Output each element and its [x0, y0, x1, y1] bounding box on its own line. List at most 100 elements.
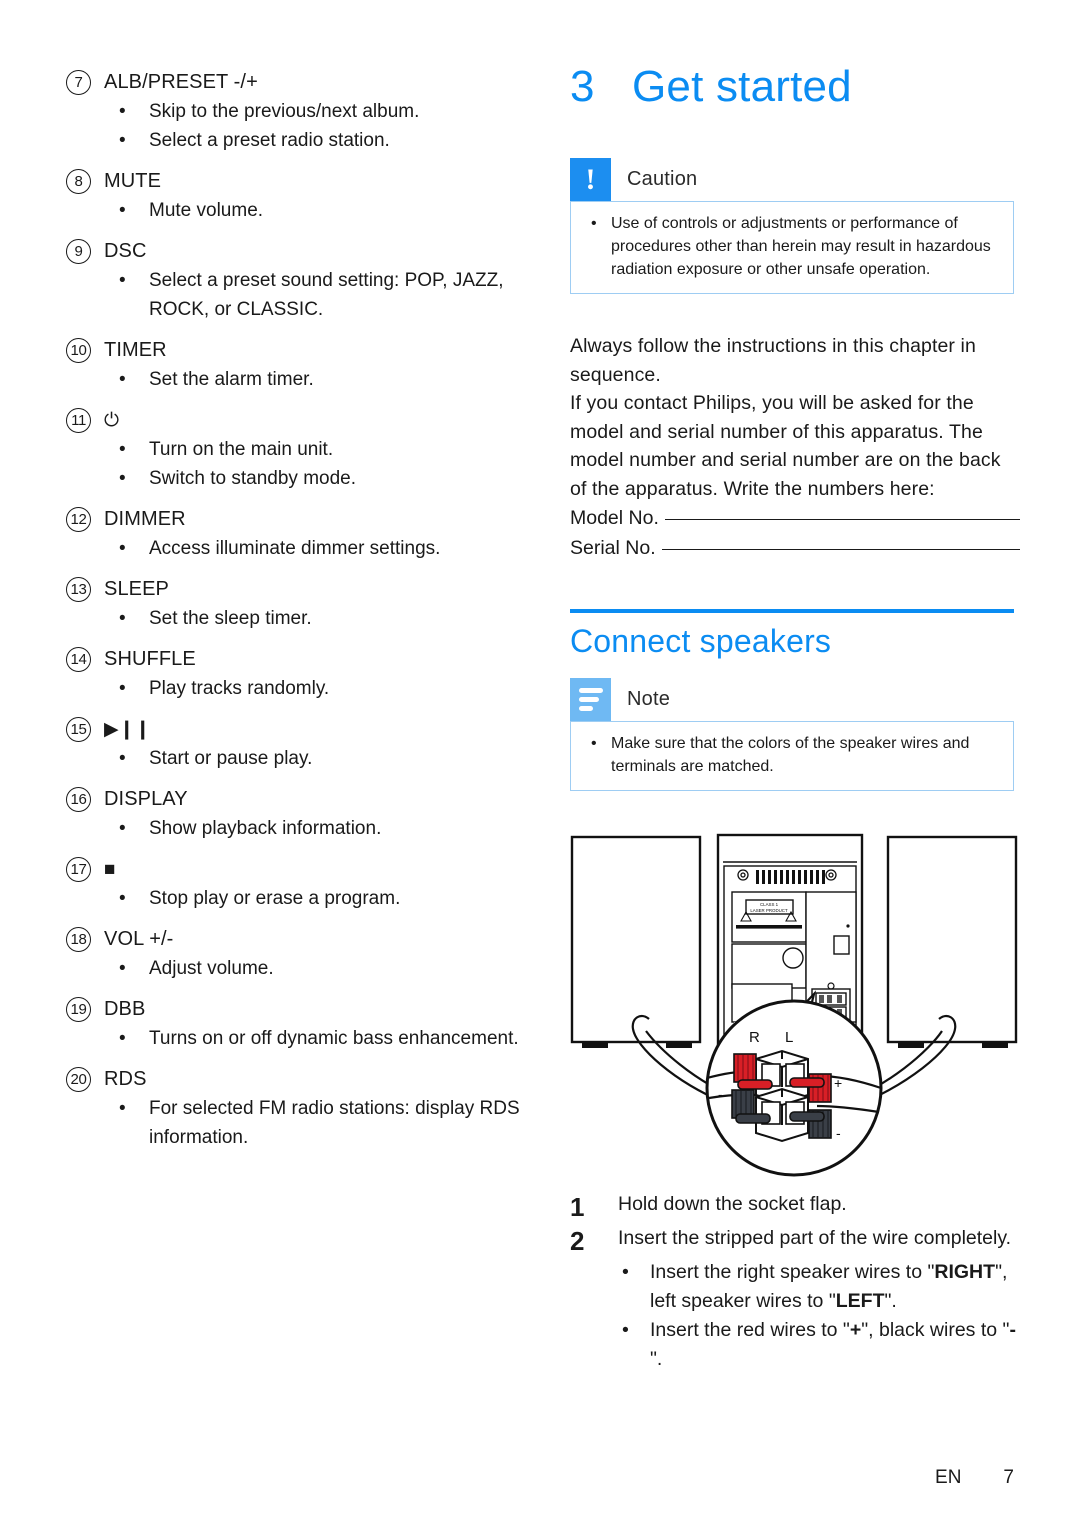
note-item-text: Make sure that the colors of the speaker… — [611, 735, 970, 775]
caution-item-text: Use of controls or adjustments or perfor… — [611, 215, 991, 278]
control-title: DIMMER — [104, 508, 186, 530]
caution-body: • Use of controls or adjustments or perf… — [570, 201, 1014, 294]
control-bullet-list: • Adjust volume. — [66, 954, 536, 983]
stop-icon: ■ — [104, 859, 116, 880]
control-item: 16 DISPLAY • Show playback information. — [66, 787, 536, 843]
control-bullet: • For selected FM radio stations: display… — [66, 1094, 536, 1152]
control-bullet: • Skip to the previous/next album. — [66, 97, 536, 126]
control-bullet-list: • For selected FM radio stations: display… — [66, 1094, 536, 1152]
control-bullet: • Access illuminate dimmer settings. — [66, 534, 536, 563]
bullet-dot: • — [119, 678, 126, 699]
control-number-badge: 17 — [66, 857, 91, 882]
bullet-dot: • — [119, 888, 126, 909]
bullet-dot: • — [119, 369, 126, 390]
label-right-channel: R — [749, 1029, 760, 1046]
note-item: • Make sure that the colors of the speak… — [583, 732, 1001, 778]
control-bullet: • Stop play or erase a program. — [66, 884, 536, 913]
control-bullet-text: Select a preset radio station. — [149, 130, 390, 151]
control-bullet: • Switch to standby mode. — [66, 464, 536, 493]
laser-label-line1: CLASS 1 — [760, 902, 779, 907]
control-number-badge: 7 — [66, 70, 91, 95]
control-item: 7 ALB/PRESET -/+ • Skip to the previous/nex… — [66, 70, 536, 155]
bullet-dot: • — [119, 1098, 126, 1119]
caution-callout: ! Caution • Use of controls or adjustmen… — [570, 158, 1014, 294]
control-header: 18 VOL +/- — [66, 927, 536, 952]
control-bullet-list: • Stop play or erase a program. — [66, 884, 536, 913]
control-number-badge: 9 — [66, 239, 91, 264]
control-header: 19 DBB — [66, 997, 536, 1022]
control-bullet: • Adjust volume. — [66, 954, 536, 983]
caution-item: • Use of controls or adjustments or perf… — [583, 212, 1001, 281]
control-number-badge: 14 — [66, 647, 91, 672]
control-bullet-text: Access illuminate dimmer settings. — [149, 538, 441, 559]
control-number-badge: 11 — [66, 408, 91, 433]
control-item: 12 DIMMER • Access illuminate dimmer settin… — [66, 507, 536, 563]
control-number-badge: 10 — [66, 338, 91, 363]
power-icon: ⏻ — [104, 410, 120, 431]
label-minus-left: - — [718, 1086, 723, 1102]
control-header: 16 DISPLAY — [66, 787, 536, 812]
substep-emphasis-2: - — [1009, 1319, 1016, 1341]
step-number: 2 — [570, 1226, 585, 1256]
substep-text-post: ". — [884, 1290, 897, 1312]
control-item: 13 SLEEP • Set the sleep timer. — [66, 577, 536, 633]
chapter-title: Get started — [632, 62, 852, 111]
note-header: Note — [570, 678, 1014, 721]
bullet-dot: • — [119, 608, 126, 629]
substep-item: • Insert the red wires to "+", black wire… — [570, 1316, 1022, 1374]
step-text: Insert the stripped part of the wire com… — [618, 1227, 1012, 1249]
control-item: 8 MUTE • Mute volume. — [66, 169, 536, 225]
control-title: SLEEP — [104, 578, 169, 600]
label-left-channel: L — [785, 1029, 793, 1046]
substep-item: • Insert the right speaker wires to "RIGH… — [570, 1258, 1022, 1316]
control-header: 7 ALB/PRESET -/+ — [66, 70, 536, 95]
control-title: DSC — [104, 240, 147, 262]
control-bullet-text: Stop play or erase a program. — [149, 888, 401, 909]
serial-no-field[interactable] — [661, 549, 1020, 550]
chapter-number: 3 — [570, 62, 595, 111]
control-title: DISPLAY — [104, 788, 188, 810]
control-bullet-text: Set the sleep timer. — [149, 608, 312, 629]
speaker-wiring-diagram: CLASS 1 LASER PRODUCT R L + - - — [566, 826, 1022, 1182]
substep-text-post: ". — [650, 1348, 663, 1370]
control-header: 8 MUTE — [66, 169, 536, 194]
right-column: 3 Get started ! Caution • Use of control… — [570, 62, 1020, 791]
control-bullet-text: Switch to standby mode. — [149, 468, 356, 489]
control-item: 9 DSC • Select a preset sound setting: POP,… — [66, 239, 536, 324]
control-bullet-list: • Turn on the main unit. • Switch to standb… — [66, 435, 536, 493]
caution-items: • Use of controls or adjustments or perf… — [583, 212, 1001, 281]
bullet-dot: • — [119, 538, 126, 559]
control-number-badge: 8 — [66, 169, 91, 194]
control-item: 20 RDS • For selected FM radio stations: di… — [66, 1067, 536, 1152]
manual-page: 7 ALB/PRESET -/+ • Skip to the previous/nex… — [0, 0, 1080, 1527]
label-minus-right: - — [836, 1125, 841, 1141]
substep-emphasis-1: + — [849, 1319, 862, 1341]
substep-emphasis-1: RIGHT — [934, 1261, 996, 1283]
intro-paragraph-2: If you contact Philips, you will be aske… — [570, 392, 1001, 500]
control-item: 18 VOL +/- • Adjust volume. — [66, 927, 536, 983]
model-no-label: Model No. — [570, 507, 659, 529]
control-bullet: • Turns on or off dynamic bass enhancemen… — [66, 1024, 536, 1053]
control-bullet-list: • Start or pause play. — [66, 744, 536, 773]
control-item: 19 DBB • Turns on or off dynamic bass enhan… — [66, 997, 536, 1053]
control-bullet: • Mute volume. — [66, 196, 536, 225]
control-bullet-text: Adjust volume. — [149, 958, 274, 979]
control-item: 14 SHUFFLE • Play tracks randomly. — [66, 647, 536, 703]
chapter-heading: 3 Get started — [570, 62, 1020, 112]
control-number-badge: 15 — [66, 717, 91, 742]
bullet-dot: • — [119, 818, 126, 839]
step-number: 1 — [570, 1192, 585, 1222]
model-no-field[interactable] — [664, 519, 1020, 520]
section-title: Connect speakers — [570, 623, 832, 659]
substep-text-pre: Insert the right speaker wires to " — [650, 1261, 935, 1283]
note-label: Note — [627, 688, 671, 710]
substep-text-mid: ", black wires to " — [861, 1319, 1010, 1341]
bullet-dot: • — [119, 200, 126, 221]
note-items: • Make sure that the colors of the speak… — [583, 732, 1001, 778]
control-bullet: • Show playback information. — [66, 814, 536, 843]
control-bullet: • Set the sleep timer. — [66, 604, 536, 633]
control-number-badge: 12 — [66, 507, 91, 532]
control-bullet-text: Turn on the main unit. — [149, 439, 334, 460]
footer-language: EN — [935, 1467, 962, 1488]
bullet-dot: • — [622, 1261, 629, 1283]
